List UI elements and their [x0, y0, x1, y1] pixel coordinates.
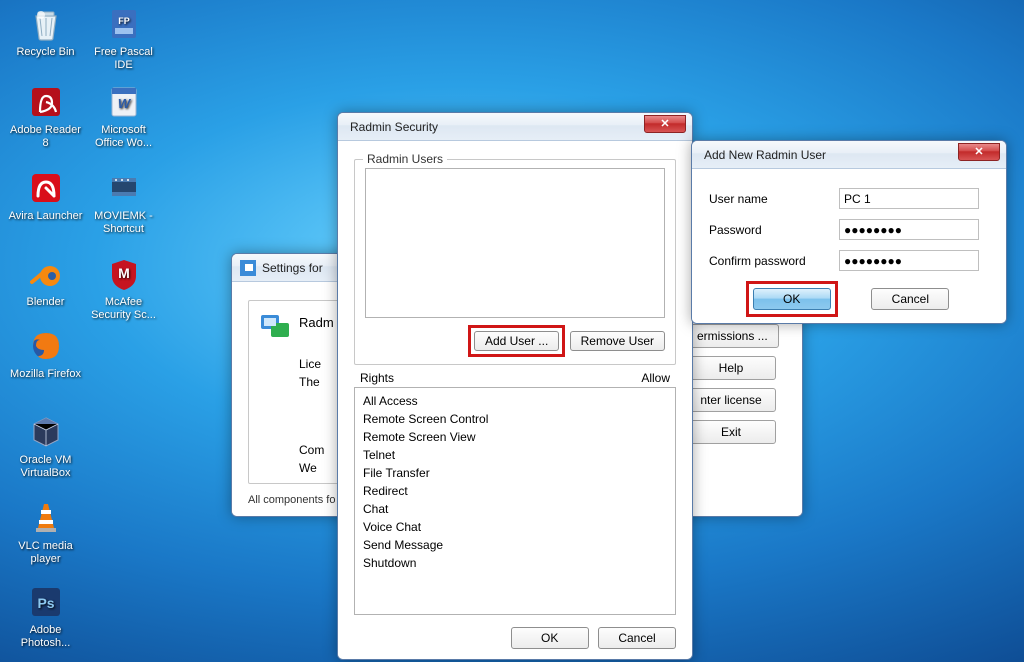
- blender-icon: [26, 254, 66, 294]
- settings-app-icon: [240, 260, 256, 276]
- desktop-icon-photoshop[interactable]: Ps Adobe Photosh...: [8, 582, 83, 650]
- rights-header-left: Rights: [360, 371, 394, 385]
- right-item[interactable]: Telnet: [363, 446, 667, 464]
- username-label: User name: [709, 192, 768, 206]
- desktop-icon-vlc[interactable]: VLC media player: [8, 498, 83, 566]
- word-icon: W: [104, 82, 144, 122]
- right-item[interactable]: Redirect: [363, 482, 667, 500]
- desktop-icon-label: Recycle Bin: [8, 46, 83, 59]
- svg-text:Ps: Ps: [37, 595, 54, 611]
- right-item[interactable]: Remote Screen Control: [363, 410, 667, 428]
- mcafee-icon: M: [104, 254, 144, 294]
- desktop-icon-recycle-bin[interactable]: Recycle Bin: [8, 4, 83, 59]
- right-item[interactable]: Chat: [363, 500, 667, 518]
- security-cancel-button[interactable]: Cancel: [598, 627, 676, 649]
- users-listbox[interactable]: [365, 168, 665, 318]
- add-user-window[interactable]: Add New Radmin User ✕ User name Password…: [691, 140, 1007, 324]
- desktop-icon-label: Adobe Photosh...: [8, 624, 83, 650]
- desktop-icon-label: Oracle VM VirtualBox: [8, 454, 83, 480]
- adobe-reader-icon: [26, 82, 66, 122]
- username-input[interactable]: [839, 188, 979, 209]
- photoshop-icon: Ps: [26, 582, 66, 622]
- desktop-icon-firefox[interactable]: Mozilla Firefox: [8, 326, 83, 381]
- desktop-icon-label: Microsoft Office Wo...: [86, 124, 161, 150]
- vlc-icon: [26, 498, 66, 538]
- close-icon[interactable]: ✕: [644, 115, 686, 133]
- desktop-icon-label: Free Pascal IDE: [86, 46, 161, 72]
- security-ok-button[interactable]: OK: [511, 627, 589, 649]
- desktop-icon-label: VLC media player: [8, 540, 83, 566]
- remove-user-button[interactable]: Remove User: [570, 331, 665, 351]
- right-item[interactable]: Shutdown: [363, 554, 667, 572]
- add-user-ok-button[interactable]: OK: [753, 288, 831, 310]
- right-item[interactable]: Send Message: [363, 536, 667, 554]
- radmin-security-window[interactable]: Radmin Security ✕ Radmin Users Add User …: [337, 112, 693, 660]
- firefox-icon: [26, 326, 66, 366]
- svg-text:M: M: [118, 265, 130, 281]
- virtualbox-icon: [26, 412, 66, 452]
- exit-button[interactable]: Exit: [686, 420, 776, 444]
- desktop-icon-label: MOVIEMK - Shortcut: [86, 210, 161, 236]
- desktop-icon-blender[interactable]: Blender: [8, 254, 83, 309]
- desktop-icon-label: Mozilla Firefox: [8, 368, 83, 381]
- desktop-icon-ms-word[interactable]: W Microsoft Office Wo...: [86, 82, 161, 150]
- add-user-button[interactable]: Add User ...: [474, 331, 559, 351]
- security-titlebar[interactable]: Radmin Security ✕: [338, 113, 692, 141]
- security-title: Radmin Security: [346, 120, 644, 134]
- svg-text:W: W: [117, 96, 131, 111]
- desktop-icon-label: McAfee Security Sc...: [86, 296, 161, 322]
- right-item[interactable]: Remote Screen View: [363, 428, 667, 446]
- desktop-icon-virtualbox[interactable]: Oracle VM VirtualBox: [8, 412, 83, 480]
- desktop-icon-mcafee[interactable]: M McAfee Security Sc...: [86, 254, 161, 322]
- desktop-icon-label: Adobe Reader 8: [8, 124, 83, 150]
- svg-text:FP: FP: [118, 16, 130, 26]
- moviemk-icon: [104, 168, 144, 208]
- radm-label: Radm: [299, 309, 334, 341]
- desktop-icon-avira[interactable]: Avira Launcher: [8, 168, 83, 223]
- avira-icon: [26, 168, 66, 208]
- password-input[interactable]: [839, 219, 979, 240]
- radmin-users-legend: Radmin Users: [363, 152, 447, 166]
- free-pascal-icon: FP: [104, 4, 144, 44]
- confirm-password-input[interactable]: [839, 250, 979, 271]
- desktop-icon-free-pascal[interactable]: FP Free Pascal IDE: [86, 4, 161, 72]
- radmin-app-icon: [259, 309, 291, 341]
- recycle-bin-icon: [26, 4, 66, 44]
- add-user-cancel-button[interactable]: Cancel: [871, 288, 949, 310]
- right-item[interactable]: File Transfer: [363, 464, 667, 482]
- permissions-button[interactable]: ermissions ...: [686, 324, 779, 348]
- enter-license-button[interactable]: nter license: [686, 388, 776, 412]
- right-item[interactable]: All Access: [363, 392, 667, 410]
- confirm-password-label: Confirm password: [709, 254, 806, 268]
- close-icon[interactable]: ✕: [958, 143, 1000, 161]
- desktop-icon-label: Blender: [8, 296, 83, 309]
- rights-header-right: Allow: [641, 371, 670, 385]
- add-user-title: Add New Radmin User: [700, 148, 958, 162]
- desktop-icon-moviemk[interactable]: MOVIEMK - Shortcut: [86, 168, 161, 236]
- desktop-icon-adobe-reader[interactable]: Adobe Reader 8: [8, 82, 83, 150]
- password-label: Password: [709, 223, 762, 237]
- desktop-icon-label: Avira Launcher: [8, 210, 83, 223]
- help-button[interactable]: Help: [686, 356, 776, 380]
- rights-listbox[interactable]: All Access Remote Screen Control Remote …: [354, 387, 676, 615]
- add-user-titlebar[interactable]: Add New Radmin User ✕: [692, 141, 1006, 169]
- right-item[interactable]: Voice Chat: [363, 518, 667, 536]
